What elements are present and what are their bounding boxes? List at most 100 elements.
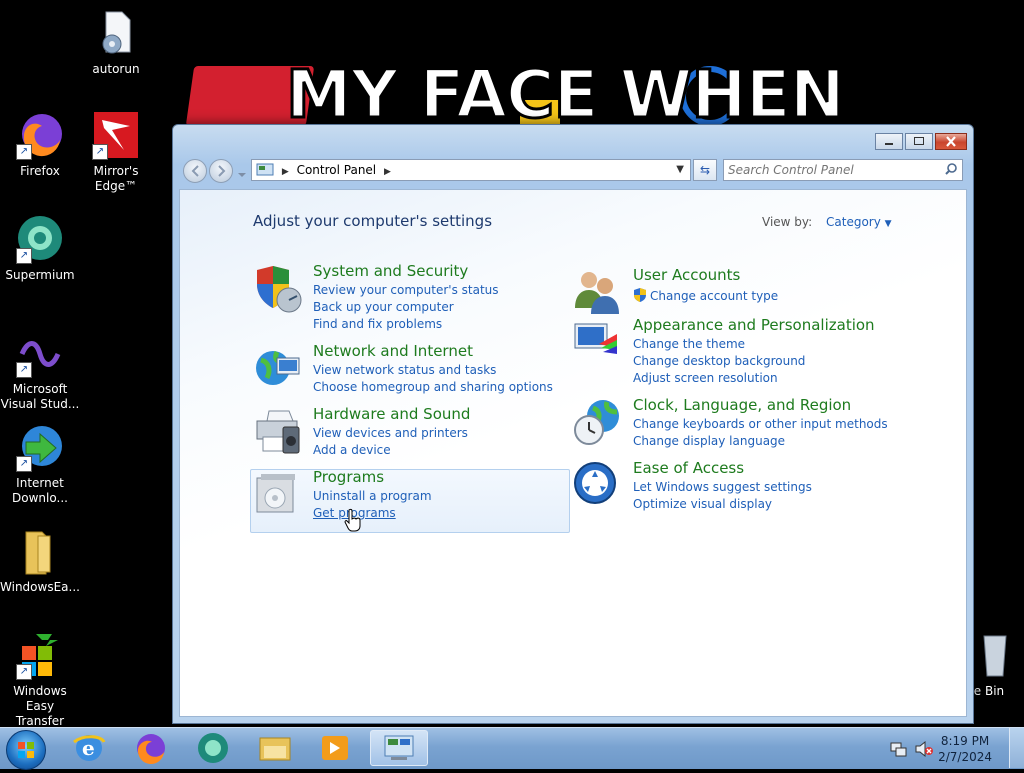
link-desktop-background[interactable]: Change desktop background bbox=[633, 353, 805, 370]
network-tray-icon[interactable] bbox=[890, 740, 908, 762]
desktop-icon-easy-transfer[interactable]: ↗ Windows Easy Transfer bbox=[0, 632, 80, 729]
link-change-theme[interactable]: Change the theme bbox=[633, 336, 805, 353]
forward-button[interactable] bbox=[209, 159, 233, 183]
category-links: Change the theme Change desktop backgrou… bbox=[633, 336, 805, 387]
caption-buttons bbox=[875, 133, 967, 150]
desktop-icon-mirrors-edge[interactable]: ↗ Mirror's Edge™ bbox=[76, 112, 156, 194]
mouse-pointer-icon bbox=[343, 508, 363, 536]
link-network-status[interactable]: View network status and tasks bbox=[313, 362, 553, 379]
clock[interactable]: 8:19 PM 2/7/2024 bbox=[938, 733, 992, 765]
category-title[interactable]: Ease of Access bbox=[633, 459, 744, 477]
link-change-account-type[interactable]: Change account type bbox=[633, 288, 778, 305]
link-label: Change account type bbox=[650, 289, 779, 303]
clock-time: 8:19 PM bbox=[940, 734, 990, 748]
taskbar-control-panel[interactable] bbox=[370, 730, 428, 766]
search-box bbox=[723, 159, 963, 181]
settings-file-icon bbox=[92, 10, 140, 58]
control-panel-content: Adjust your computer's settings View by:… bbox=[179, 189, 967, 717]
desktop-icon-label: WindowsEa... bbox=[0, 580, 80, 594]
refresh-icon: ⇆ bbox=[699, 163, 711, 177]
category-title[interactable]: Appearance and Personalization bbox=[633, 316, 875, 334]
link-keyboards-input[interactable]: Change keyboards or other input methods bbox=[633, 416, 888, 433]
desktop-icon-label: Firefox bbox=[20, 164, 60, 178]
breadcrumb-arrow-icon: ▶ bbox=[383, 167, 391, 177]
link-find-fix[interactable]: Find and fix problems bbox=[313, 316, 499, 333]
category-links: Change keyboards or other input methods … bbox=[633, 416, 888, 450]
desktop-icon-label: Microsoft Visual Stud... bbox=[0, 382, 80, 411]
desktop-icon-visual-studio[interactable]: ↗ Microsoft Visual Stud... bbox=[0, 330, 80, 412]
link-display-language[interactable]: Change display language bbox=[633, 433, 888, 450]
taskbar-internet-explorer[interactable]: e bbox=[62, 730, 116, 766]
firefox-icon: ↗ bbox=[16, 112, 64, 160]
internet-explorer-icon: e bbox=[73, 735, 106, 761]
network-globe-icon bbox=[253, 344, 303, 394]
address-dropdown-icon[interactable]: ▼ bbox=[676, 160, 684, 180]
recent-pages-dropdown[interactable] bbox=[237, 165, 247, 184]
explorer-icon bbox=[259, 737, 291, 761]
desktop-icon-label: Supermium bbox=[5, 268, 75, 282]
navigation-bar: ▶ Control Panel ▶ ▼ ⇆ bbox=[181, 159, 965, 185]
link-review-status[interactable]: Review your computer's status bbox=[313, 282, 499, 299]
breadcrumb-arrow-icon: ▶ bbox=[281, 167, 289, 177]
category-title[interactable]: Network and Internet bbox=[313, 342, 473, 360]
link-optimize-display[interactable]: Optimize visual display bbox=[633, 496, 812, 513]
category-links: View network status and tasks Choose hom… bbox=[313, 362, 553, 396]
address-bar[interactable]: ▶ Control Panel ▶ ▼ bbox=[251, 159, 691, 181]
desktop-icon-internet-download[interactable]: ↗ Internet Downlo... bbox=[0, 424, 80, 506]
appearance-icon bbox=[573, 318, 623, 368]
search-input[interactable] bbox=[724, 161, 938, 179]
desktop-icon-autorun[interactable]: autorun bbox=[76, 10, 156, 77]
link-back-up[interactable]: Back up your computer bbox=[313, 299, 499, 316]
printer-icon bbox=[253, 407, 303, 457]
visual-studio-icon: ↗ bbox=[16, 330, 64, 378]
taskbar-media-player[interactable] bbox=[308, 730, 362, 766]
link-windows-suggest[interactable]: Let Windows suggest settings bbox=[633, 479, 812, 496]
show-desktop-button[interactable] bbox=[1009, 728, 1024, 768]
shortcut-arrow-icon: ↗ bbox=[16, 248, 32, 264]
category-links: View devices and printers Add a device bbox=[313, 425, 468, 459]
clock-globe-icon bbox=[573, 398, 623, 448]
ease-of-access-icon bbox=[573, 461, 623, 511]
breadcrumb-control-panel[interactable]: Control Panel bbox=[297, 163, 377, 177]
desktop-icon-label: Internet Downlo... bbox=[12, 476, 68, 505]
category-links: Review your computer's status Back up yo… bbox=[313, 282, 499, 333]
desktop-icon-label: Mirror's Edge™ bbox=[93, 164, 139, 193]
shortcut-arrow-icon: ↗ bbox=[16, 362, 32, 378]
category-title[interactable]: System and Security bbox=[313, 262, 468, 280]
category-title[interactable]: User Accounts bbox=[633, 266, 740, 284]
windows-logo-icon bbox=[18, 742, 34, 758]
mirrors-edge-icon: ↗ bbox=[92, 112, 140, 160]
search-icon[interactable] bbox=[944, 162, 958, 182]
shortcut-arrow-icon: ↗ bbox=[16, 456, 32, 472]
volume-muted-icon[interactable] bbox=[914, 740, 934, 762]
maximize-button[interactable] bbox=[905, 133, 933, 150]
link-screen-resolution[interactable]: Adjust screen resolution bbox=[633, 370, 805, 387]
desktop-icon-supermium[interactable]: ↗ Supermium bbox=[0, 216, 80, 283]
dropdown-arrow-icon: ▼ bbox=[884, 219, 892, 229]
taskbar-explorer[interactable] bbox=[248, 730, 302, 766]
link-add-device[interactable]: Add a device bbox=[313, 442, 468, 459]
refresh-button[interactable]: ⇆ bbox=[693, 159, 717, 181]
category-title[interactable]: Clock, Language, and Region bbox=[633, 396, 851, 414]
taskbar-firefox[interactable] bbox=[124, 730, 178, 766]
view-by-value: Category bbox=[826, 215, 881, 229]
desktop-icon-folder[interactable]: WindowsEa... bbox=[0, 528, 80, 595]
link-homegroup[interactable]: Choose homegroup and sharing options bbox=[313, 379, 553, 396]
back-button[interactable] bbox=[183, 159, 207, 183]
desktop-icon-label: autorun bbox=[92, 62, 140, 76]
view-by-dropdown[interactable]: Category ▼ bbox=[826, 215, 892, 229]
link-get-programs[interactable]: Get programs bbox=[313, 505, 432, 522]
supermium-icon bbox=[198, 733, 228, 763]
category-title[interactable]: Programs bbox=[313, 468, 384, 486]
category-title[interactable]: Hardware and Sound bbox=[313, 405, 470, 423]
start-button[interactable] bbox=[6, 730, 46, 770]
link-devices-printers[interactable]: View devices and printers bbox=[313, 425, 468, 442]
media-player-icon bbox=[322, 736, 348, 760]
category-links: Change account type bbox=[633, 288, 778, 305]
view-by: View by: Category ▼ bbox=[762, 215, 892, 229]
minimize-button[interactable] bbox=[875, 133, 903, 150]
link-uninstall-program[interactable]: Uninstall a program bbox=[313, 488, 432, 505]
desktop-icon-firefox[interactable]: ↗ Firefox bbox=[0, 112, 80, 179]
close-button[interactable] bbox=[935, 133, 967, 150]
taskbar-supermium[interactable] bbox=[186, 730, 240, 766]
